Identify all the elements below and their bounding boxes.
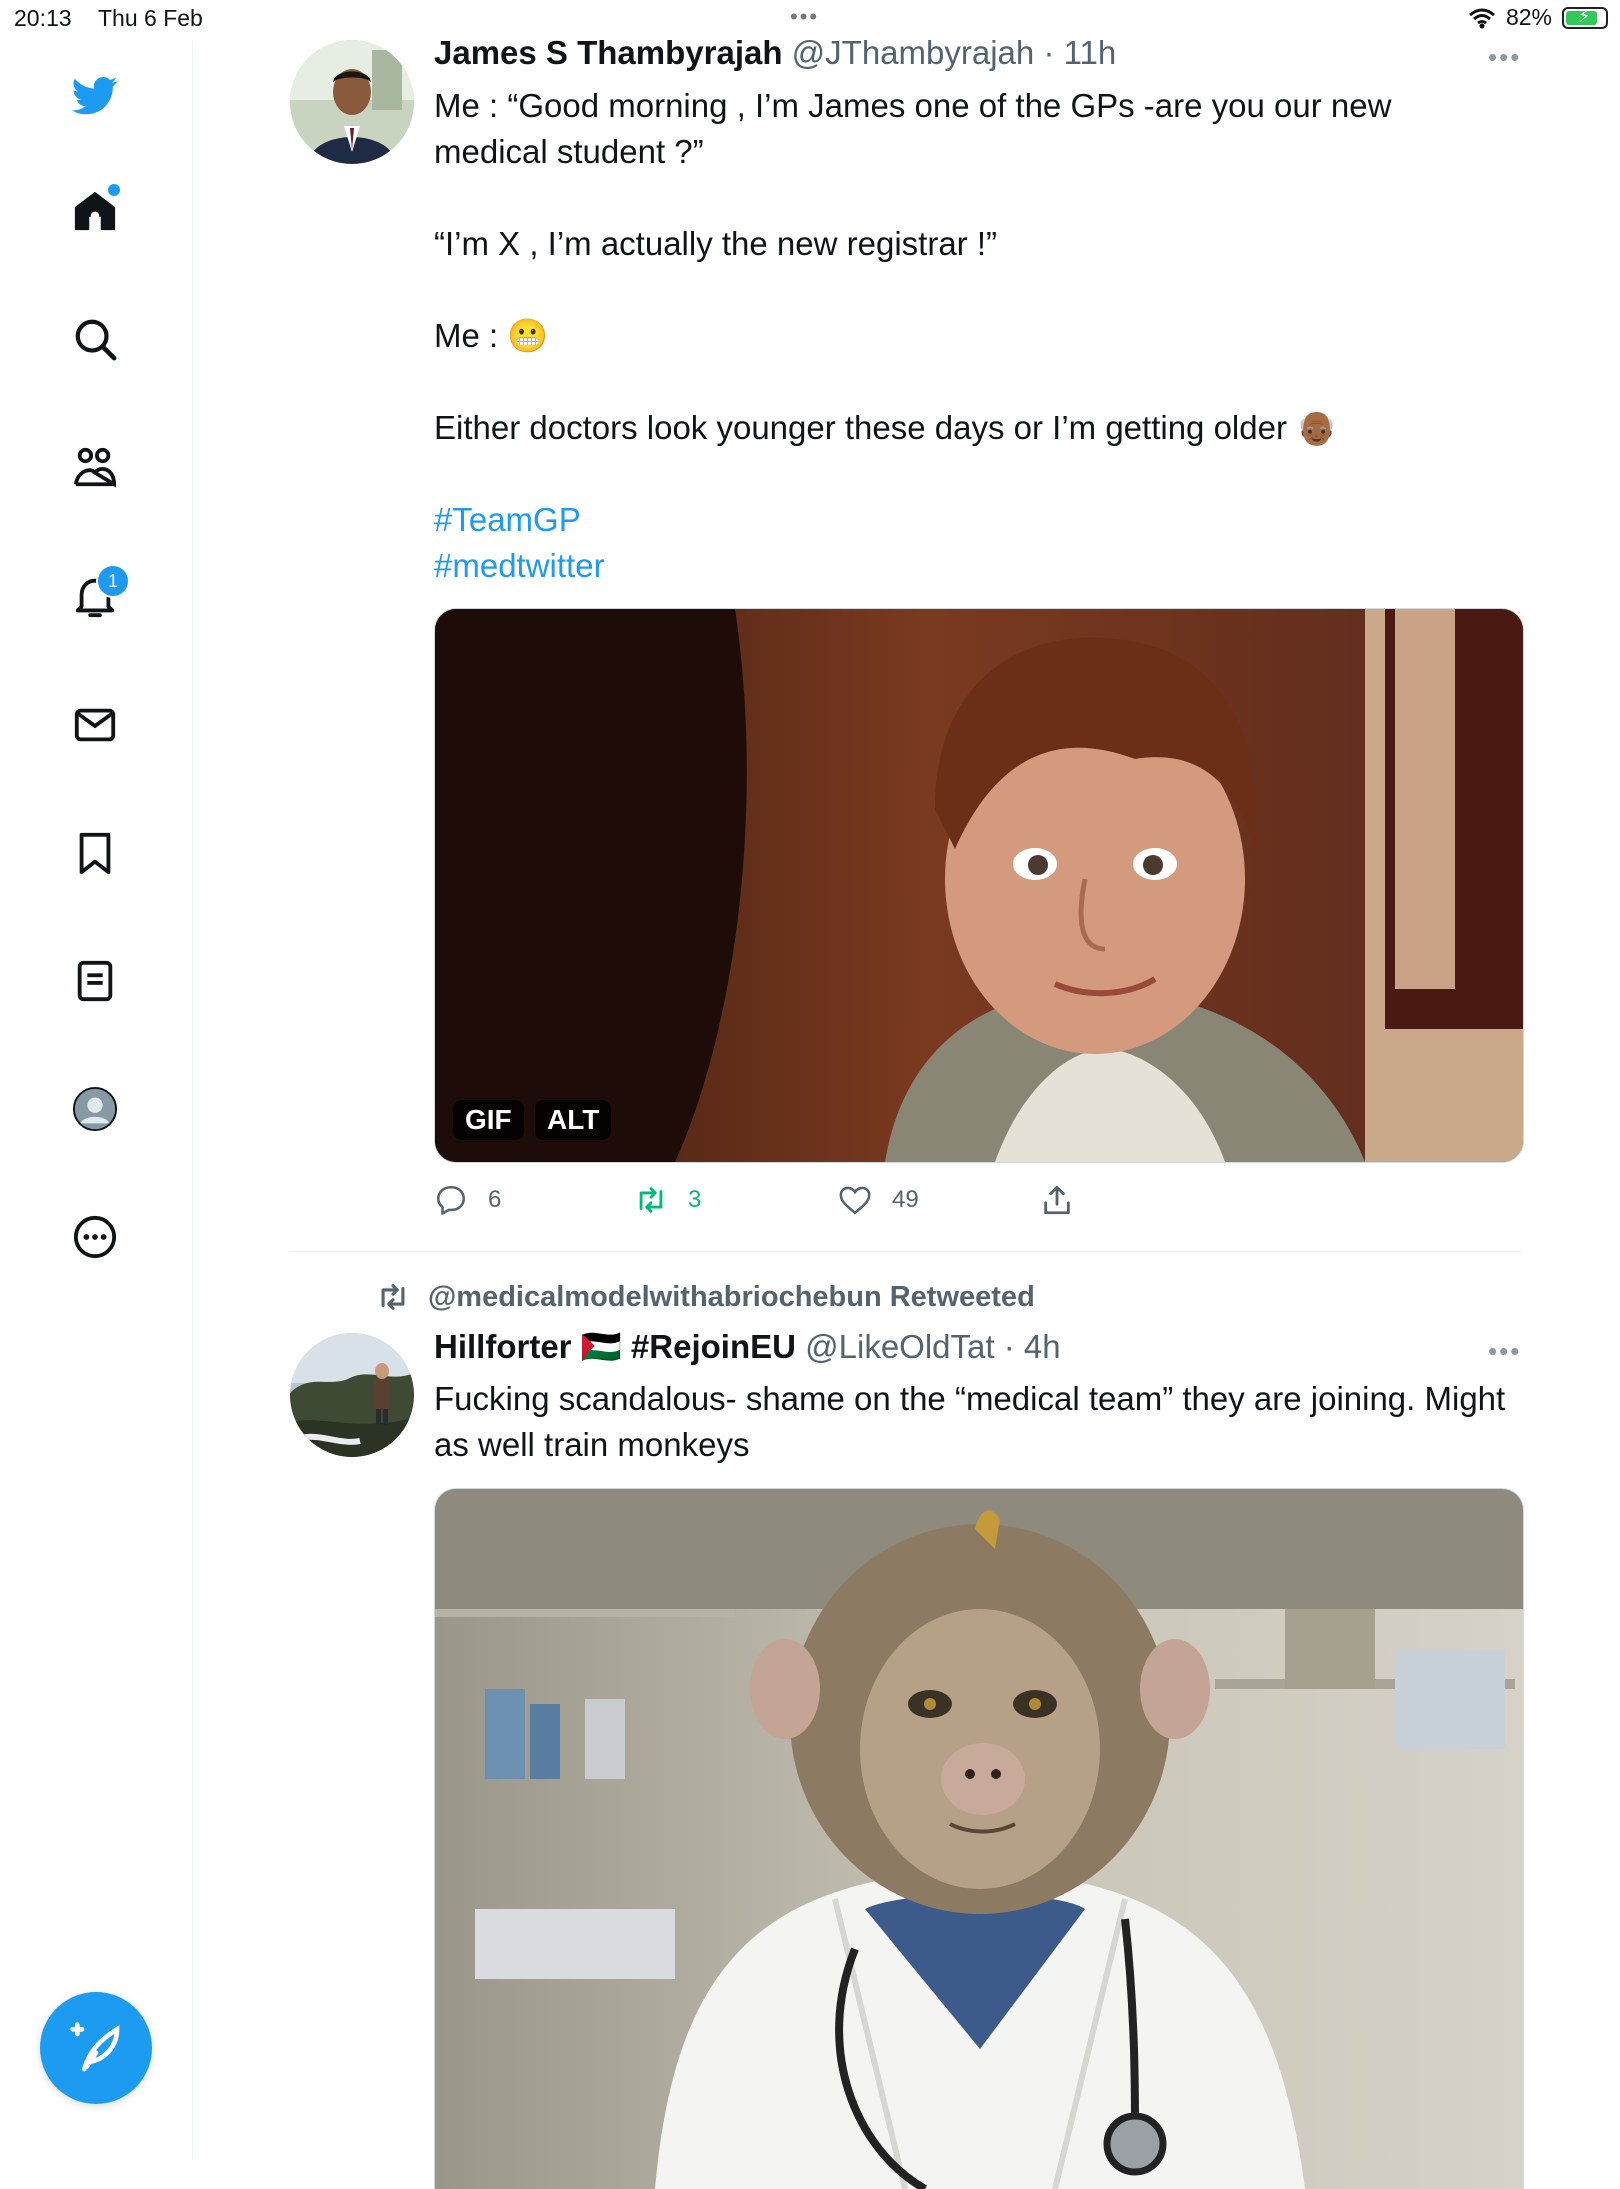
retweet-icon bbox=[381, 1284, 405, 1310]
retweet-count: 3 bbox=[688, 1186, 702, 1213]
monkey-doctor-image bbox=[435, 1489, 1523, 2189]
notification-badge: 1 bbox=[96, 564, 130, 598]
nav-communities[interactable] bbox=[64, 436, 126, 498]
people-icon bbox=[73, 447, 117, 488]
retweet-button[interactable]: 3 bbox=[634, 1183, 701, 1217]
battery-icon: ⚡ bbox=[1562, 5, 1608, 29]
avatar-photo-icon bbox=[290, 1333, 414, 1457]
heart-icon bbox=[839, 1186, 871, 1215]
tweet-line: Me : “Good morning , I’m James one of th… bbox=[434, 87, 1392, 170]
reply-icon bbox=[436, 1185, 466, 1215]
sidebar: 1 bbox=[0, 40, 193, 2160]
reply-count: 6 bbox=[488, 1186, 502, 1213]
more-circle-icon bbox=[73, 1215, 117, 1259]
avatar-photo-icon bbox=[290, 40, 414, 164]
retweeted-by-label: @medicalmodelwithabriochebun Retweeted bbox=[428, 1280, 1035, 1313]
twitter-logo[interactable] bbox=[64, 64, 126, 126]
avatar[interactable] bbox=[290, 1333, 414, 1457]
profile-icon bbox=[72, 1086, 118, 1132]
like-count: 49 bbox=[892, 1186, 919, 1213]
timestamp[interactable]: · 4h bbox=[1004, 1328, 1061, 1365]
list-icon bbox=[77, 960, 113, 1002]
gif-image bbox=[435, 609, 1523, 1162]
bookmark-icon bbox=[79, 832, 111, 875]
tweet-gif[interactable]: GIF ALT bbox=[434, 608, 1524, 1163]
tweet-more-button[interactable]: ••• bbox=[1488, 42, 1521, 73]
tweet-image[interactable] bbox=[434, 1488, 1524, 2189]
tweet-header: Hillforter 🇵🇸 #RejoinEU @LikeOldTat · 4h bbox=[434, 1328, 1061, 1367]
nav-explore[interactable] bbox=[64, 308, 126, 370]
gif-label: GIF bbox=[453, 1100, 524, 1140]
reply-button[interactable]: 6 bbox=[434, 1183, 501, 1217]
tweet-more-button[interactable]: ••• bbox=[1488, 1336, 1521, 1367]
nav-lists[interactable] bbox=[64, 950, 126, 1012]
nav-notifications[interactable]: 1 bbox=[64, 564, 130, 628]
envelope-icon bbox=[74, 708, 116, 742]
nav-home[interactable] bbox=[64, 180, 126, 242]
display-name[interactable]: Hillforter 🇵🇸 #RejoinEU bbox=[434, 1328, 796, 1365]
tweet-header: James S Thambyrajah @JThambyrajah · 11h bbox=[434, 34, 1116, 72]
charging-bolt-icon: ⚡ bbox=[1578, 5, 1591, 26]
bird-icon bbox=[72, 76, 118, 115]
nav-more[interactable] bbox=[64, 1206, 126, 1268]
alt-text-button[interactable]: ALT bbox=[535, 1100, 612, 1140]
compose-tweet-button[interactable] bbox=[40, 1992, 152, 2104]
nav-messages[interactable] bbox=[64, 694, 126, 756]
tweet-line: Either doctors look younger these days o… bbox=[434, 409, 1338, 446]
share-button[interactable] bbox=[1040, 1183, 1074, 1217]
retweet-icon bbox=[639, 1187, 663, 1213]
hashtag-link[interactable]: #TeamGP bbox=[434, 497, 1514, 543]
timestamp[interactable]: · 11h bbox=[1043, 34, 1116, 71]
tweet-line: Me : 😬 bbox=[434, 317, 549, 354]
hashtag-link[interactable]: #medtwitter bbox=[434, 543, 1514, 589]
share-icon bbox=[1044, 1185, 1070, 1215]
handle[interactable]: @JThambyrajah bbox=[792, 34, 1035, 71]
handle[interactable]: @LikeOldTat bbox=[805, 1328, 994, 1365]
status-date: Thu 6 Feb bbox=[98, 5, 203, 31]
retweet-context[interactable]: @medicalmodelwithabriochebun Retweeted bbox=[376, 1280, 1035, 1314]
nav-bookmarks[interactable] bbox=[64, 822, 126, 884]
tweet-text: Fucking scandalous- shame on the “medica… bbox=[434, 1380, 1506, 1463]
status-right: 82% ⚡ bbox=[1468, 4, 1608, 31]
like-button[interactable]: 49 bbox=[838, 1183, 919, 1217]
nav-profile[interactable] bbox=[64, 1078, 126, 1140]
status-time: 20:13 bbox=[14, 5, 72, 31]
avatar[interactable] bbox=[290, 40, 414, 164]
display-name[interactable]: James S Thambyrajah bbox=[434, 34, 783, 71]
tweet-line: “I’m X , I’m actually the new registrar … bbox=[434, 225, 997, 262]
compose-feather-icon bbox=[70, 2022, 120, 2072]
multitasking-dots-icon[interactable]: ••• bbox=[790, 4, 819, 30]
tweet-text: Me : “Good morning , I’m James one of th… bbox=[434, 83, 1514, 589]
battery-percent: 82% bbox=[1505, 4, 1552, 30]
home-unread-dot bbox=[108, 184, 120, 196]
tweet-divider bbox=[290, 1251, 1522, 1252]
search-icon bbox=[75, 319, 117, 361]
wifi-icon bbox=[1468, 8, 1495, 28]
